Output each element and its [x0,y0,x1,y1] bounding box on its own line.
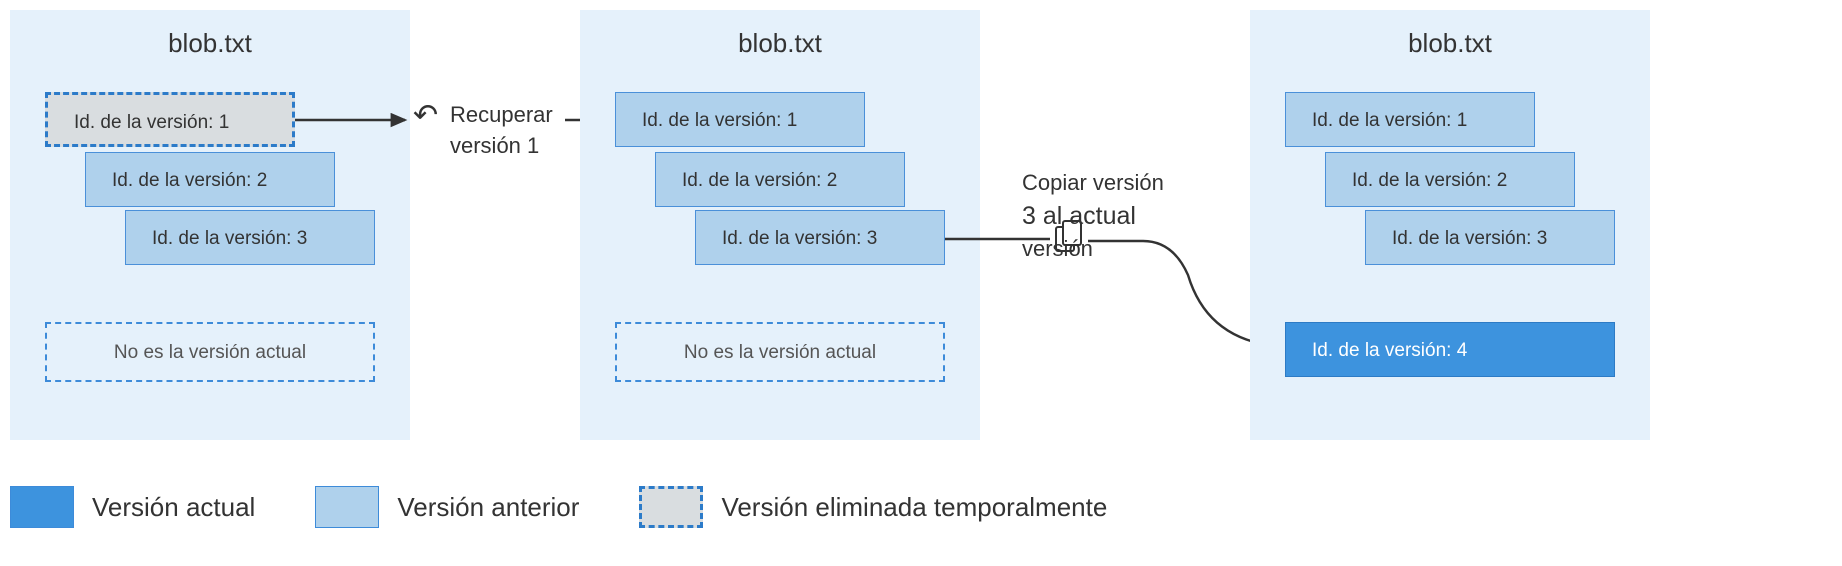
legend-label-deleted: Versión eliminada temporalmente [721,492,1107,523]
diagram-stage: blob.txt Id. de la versión: 1 Id. de la … [10,10,1832,470]
legend-swatch-current [10,486,74,528]
undo-icon: ↶ [413,98,438,133]
version-box-prev: Id. de la versión: 2 [85,152,335,207]
version-box-prev: Id. de la versión: 2 [1325,152,1575,207]
panel-title: blob.txt [10,10,410,59]
legend-swatch-previous [315,486,379,528]
no-current-box: No es la versión actual [45,322,375,382]
version-box-prev: Id. de la versión: 2 [655,152,905,207]
arrow-recover [295,110,425,130]
version-box-prev: Id. de la versión: 3 [125,210,375,265]
version-box-prev: Id. de la versión: 1 [615,92,865,147]
blob-panel-1: blob.txt Id. de la versión: 1 Id. de la … [10,10,410,440]
legend-label-previous: Versión anterior [397,492,579,523]
panel-title: blob.txt [1250,10,1650,59]
legend-label-current: Versión actual [92,492,255,523]
no-current-box: No es la versión actual [615,322,945,382]
blob-panel-2: blob.txt Id. de la versión: 1 Id. de la … [580,10,980,440]
version-box-prev: Id. de la versión: 3 [1365,210,1615,265]
version-box-deleted: Id. de la versión: 1 [45,92,295,147]
legend-swatch-deleted [639,486,703,528]
panel-title: blob.txt [580,10,980,59]
version-box-current: Id. de la versión: 4 [1285,322,1615,377]
legend: Versión actual Versión anterior Versión … [10,486,1832,528]
version-box-prev: Id. de la versión: 3 [695,210,945,265]
version-box-prev: Id. de la versión: 1 [1285,92,1535,147]
blob-panel-3: blob.txt Id. de la versión: 1 Id. de la … [1250,10,1650,440]
action-recover-label: Recuperar versión 1 [450,100,553,162]
